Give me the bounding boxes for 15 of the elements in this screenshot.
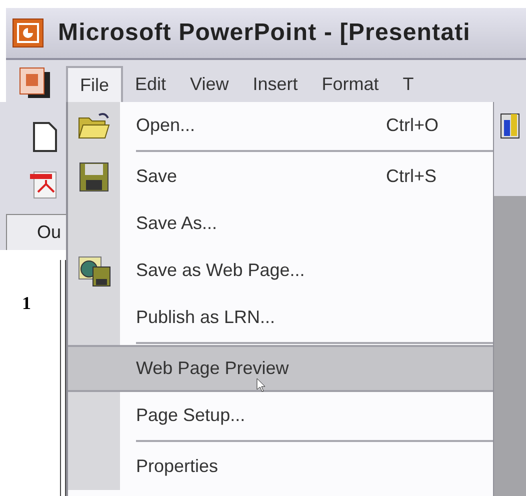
menu-bar-item[interactable]: Insert (240, 66, 310, 102)
menu-bar-item[interactable]: View (178, 66, 241, 102)
menu-bar-item[interactable]: File (66, 66, 124, 102)
pane-tab[interactable]: Ou (6, 214, 66, 250)
menu-bar-item[interactable]: Edit (123, 66, 178, 102)
menu-bar-item[interactable]: Format (310, 66, 391, 102)
menu-item[interactable]: Web Page Preview (68, 345, 493, 392)
app-icon (12, 18, 44, 48)
menu-bar-item[interactable]: T (390, 66, 426, 102)
folder-icon (77, 112, 111, 140)
slide-number: 1 (22, 292, 31, 312)
globe-floppy-icon (77, 254, 111, 286)
new-document-icon (32, 122, 58, 152)
mouse-pointer-icon (256, 378, 266, 392)
window-title: Microsoft PowerPoint - [Presentati (58, 18, 470, 48)
